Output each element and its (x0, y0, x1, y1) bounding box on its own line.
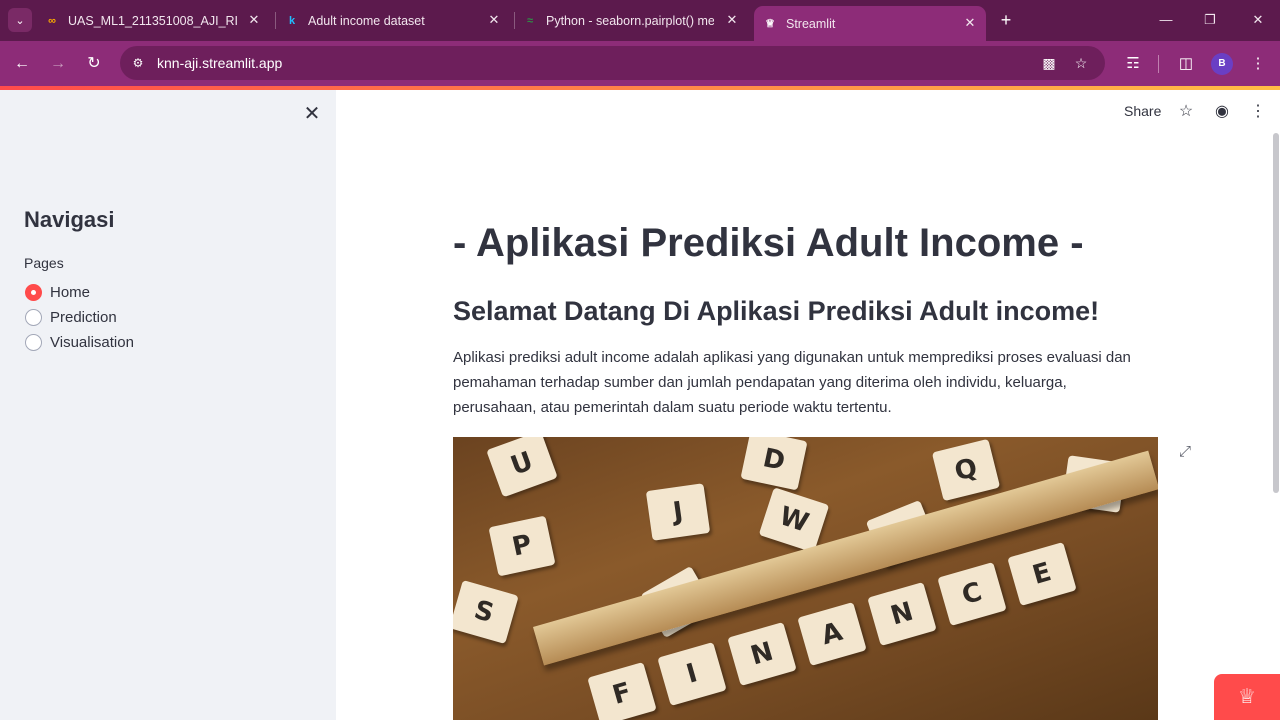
scrabble-tile: F (587, 661, 657, 720)
close-sidebar-icon[interactable]: ✕ (302, 104, 322, 124)
fullscreen-expand-icon[interactable]: ⤢ (1176, 443, 1194, 461)
radio-selected-icon[interactable] (25, 283, 42, 301)
gfg-icon: ≈ (526, 14, 534, 27)
new-tab-icon[interactable]: + (996, 10, 1016, 30)
tab-title: UAS_ML1_211351008_AJI_RIDW (68, 13, 238, 28)
streamlit-icon: ♕ (765, 18, 775, 30)
radio-unselected-icon[interactable] (25, 333, 42, 351)
scrabble-tile: U (486, 437, 558, 498)
scrabble-tile: D (740, 437, 808, 491)
minimize-icon[interactable]: — (1156, 10, 1176, 30)
scrabble-tile: J (645, 483, 711, 541)
browser-menu-icon[interactable]: ⋮ (1247, 53, 1269, 75)
page-title: - Aplikasi Prediksi Adult Income - (453, 221, 1084, 265)
tab-separator (275, 12, 276, 29)
github-icon[interactable]: ◉ (1212, 102, 1232, 122)
streamlit-crown-icon[interactable]: ♕ (1214, 674, 1280, 720)
page-subtitle: Selamat Datang Di Aplikasi Prediksi Adul… (453, 296, 1100, 326)
pages-label: Pages (24, 255, 64, 271)
bookmark-star-icon[interactable]: ☆ (1072, 54, 1090, 72)
tab-kaggle[interactable]: k Adult income dataset ✕ (284, 6, 510, 35)
scrabble-tile: S (453, 579, 519, 645)
side-panel-icon[interactable]: ◫ (1175, 53, 1197, 75)
address-bar[interactable]: ⚙ knn-aji.streamlit.app ▩ ☆ (120, 46, 1105, 80)
tab-title: Python - seaborn.pairplot() met (546, 13, 714, 28)
scrabble-tile: P (488, 515, 556, 577)
tab-title: Streamlit (786, 16, 836, 31)
scrabble-tile: W (758, 487, 830, 553)
close-tab-icon[interactable]: ✕ (246, 12, 262, 28)
window-close-icon[interactable]: ✕ (1248, 10, 1268, 30)
tab-title: Adult income dataset (308, 13, 425, 28)
finance-scrabble-image: U D Q R J W P P S E F I N A N C E (453, 437, 1158, 720)
close-tab-icon[interactable]: ✕ (724, 12, 740, 28)
scrabble-tile: C (937, 561, 1007, 627)
share-button[interactable]: Share (1124, 103, 1161, 119)
restore-icon[interactable]: ❐ (1200, 10, 1220, 30)
install-app-icon[interactable]: ▩ (1040, 54, 1058, 72)
close-tab-icon[interactable]: ✕ (486, 12, 502, 28)
site-info-icon[interactable]: ⚙ (129, 54, 147, 72)
browser-tab-strip: ⌄ ∞ UAS_ML1_211351008_AJI_RIDW ✕ k Adult… (0, 0, 1280, 41)
radio-label: Home (50, 283, 91, 301)
scrabble-tile: N (867, 581, 937, 647)
page-scrollbar[interactable] (1273, 133, 1279, 493)
radio-label: Visualisation (50, 333, 134, 351)
radio-option-prediction[interactable]: Prediction (25, 307, 117, 327)
radio-unselected-icon[interactable] (25, 308, 42, 326)
back-arrow-icon[interactable]: ← (11, 53, 33, 75)
main-menu-icon[interactable]: ⋮ (1248, 102, 1268, 122)
radio-label: Prediction (50, 308, 117, 326)
extensions-puzzle-icon[interactable]: ☶ (1122, 53, 1144, 75)
scrabble-tile: Q (931, 438, 1001, 502)
tab-geeksforgeeks[interactable]: ≈ Python - seaborn.pairplot() met ✕ (522, 6, 748, 35)
reload-icon[interactable]: ↻ (83, 53, 105, 75)
tab-colab[interactable]: ∞ UAS_ML1_211351008_AJI_RIDW ✕ (44, 6, 270, 35)
tab-separator (514, 12, 515, 29)
scrabble-tile: N (727, 621, 797, 687)
colab-icon: ∞ (48, 14, 56, 27)
scrabble-tile: E (1007, 541, 1077, 607)
sidebar-title: Navigasi (24, 207, 115, 232)
sidebar: ✕ Navigasi Pages Home Prediction Visuali… (0, 90, 336, 720)
toolbar-divider (1158, 55, 1159, 73)
profile-avatar[interactable]: B (1211, 53, 1233, 75)
tab-streamlit[interactable]: ♕ Streamlit ✕ (754, 6, 986, 41)
scrabble-tile: A (797, 601, 867, 667)
kaggle-icon: k (288, 14, 296, 27)
close-tab-icon[interactable]: ✕ (962, 15, 978, 31)
star-icon[interactable]: ☆ (1176, 102, 1196, 122)
scrabble-tile: I (657, 641, 727, 707)
radio-option-visualisation[interactable]: Visualisation (25, 332, 134, 352)
radio-option-home[interactable]: Home (25, 282, 90, 302)
description-paragraph: Aplikasi prediksi adult income adalah ap… (453, 349, 1131, 416)
tab-search-chevron-icon[interactable]: ⌄ (8, 8, 32, 32)
forward-arrow-icon[interactable]: → (47, 53, 69, 75)
url-text[interactable]: knn-aji.streamlit.app (157, 55, 282, 71)
browser-toolbar: ← → ↻ ⚙ knn-aji.streamlit.app ▩ ☆ ☶ ◫ B … (0, 41, 1280, 86)
